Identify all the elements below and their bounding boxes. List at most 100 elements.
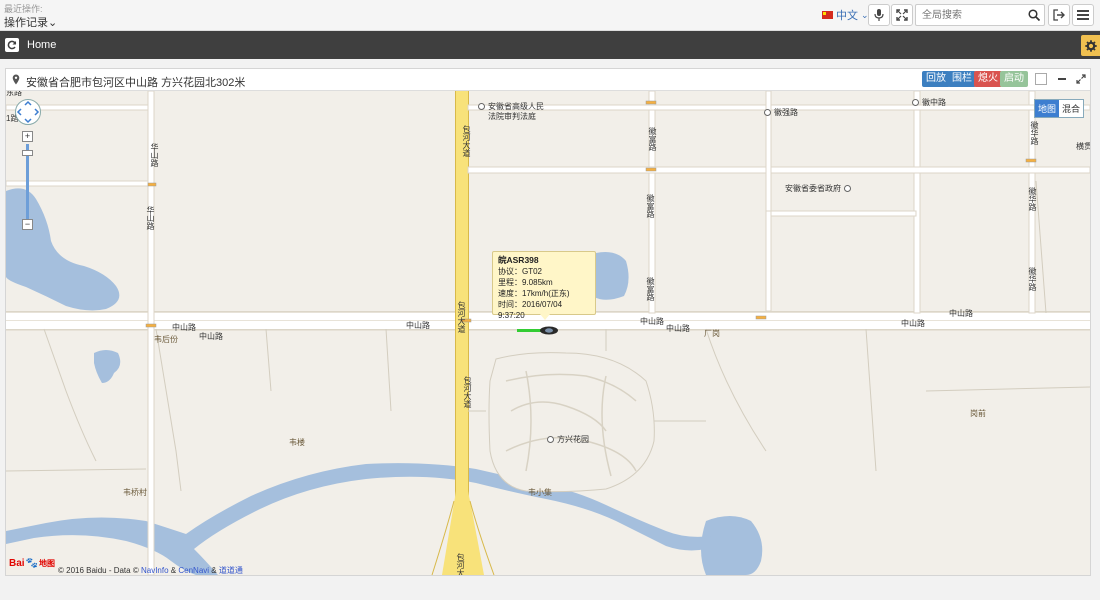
engine-start-button[interactable]: 启动 (1000, 71, 1028, 87)
geofence-button[interactable]: 围栏 (948, 71, 976, 87)
road-label: 中山路 (901, 319, 925, 328)
language-label: 中文 (836, 10, 858, 22)
zoom-in-button[interactable]: + (22, 131, 33, 142)
checkbox-toggle[interactable] (1034, 72, 1048, 86)
place-label: 韦小集 (528, 488, 552, 497)
road-label-partial: 东路 (6, 91, 22, 97)
search-icon[interactable] (1024, 9, 1044, 21)
location-pin-icon (12, 74, 20, 85)
microphone-icon (874, 9, 884, 21)
poi-label: 方兴花园 (557, 435, 589, 444)
residential-icon (547, 436, 554, 443)
place-label: 厂岗 (704, 329, 720, 338)
pan-arrows-icon (16, 100, 40, 124)
copyright-separator: & (170, 566, 177, 575)
top-bar: 最近操作: 操作记录⌄ 中文 ⌄ (0, 0, 1100, 31)
road-label: 华山路 (150, 143, 159, 167)
daodaotong-link[interactable]: 道道通 (219, 566, 243, 575)
road-label: 徽华路 (1030, 121, 1039, 145)
map-type-switch: 地图 混合 (1034, 99, 1085, 118)
minus-icon (1058, 78, 1066, 80)
panel-header: 安徽省合肥市包河区中山路 方兴花园北302米 回放 围栏 熄火 启动 (6, 69, 1090, 91)
chevron-down-icon: ⌄ (48, 17, 58, 29)
recent-operations-dropdown-label: 操作记录 (4, 17, 48, 29)
road-label: 徽华路 (1028, 267, 1037, 291)
logout-icon (1053, 9, 1065, 21)
poi-provincial-government[interactable]: 安徽省委省政府 (785, 183, 851, 194)
map-background (6, 91, 1090, 575)
zoom-out-button[interactable]: − (22, 219, 33, 230)
hamburger-icon (1077, 10, 1089, 20)
china-flag-icon (822, 11, 833, 19)
map-pan-control[interactable] (15, 99, 41, 125)
recent-operations-dropdown[interactable]: 操作记录⌄ (4, 14, 57, 30)
menu-button[interactable] (1072, 4, 1094, 26)
vehicle-plate: 皖ASR398 (498, 255, 539, 265)
vehicle-address: 安徽省合肥市包河区中山路 方兴花园北302米 (26, 77, 246, 89)
place-label: 韦后份 (154, 335, 178, 344)
expand-icon (896, 9, 908, 21)
baidu-logo: Bai 🐾 地图 (9, 558, 55, 569)
vehicle-map-panel: 安徽省合肥市包河区中山路 方兴花园北302米 回放 围栏 熄火 启动 华山路 华… (5, 68, 1091, 576)
road-label: 徽华路 (1028, 187, 1037, 211)
popup-pointer (540, 314, 550, 320)
road-label: 包河大道 (462, 125, 471, 157)
poi-huiqiang[interactable]: 徽强路 (764, 107, 798, 118)
road-label: 包河大道 (456, 553, 465, 575)
logo-text: 地图 (39, 559, 56, 568)
poi-label: 徽中路 (922, 98, 946, 107)
map-type-hybrid[interactable]: 混合 (1059, 100, 1083, 117)
vehicle-info-popup[interactable]: 皖ASR398 协议：GT02 里程：9.085km 速度：17km/h(正东)… (492, 251, 596, 320)
cennavi-link[interactable]: CenNavi (178, 566, 209, 575)
vehicle-speed: 速度：17km/h(正东) (498, 289, 570, 298)
navinfo-link[interactable]: NavInfo (141, 566, 169, 575)
minus-icon: − (24, 219, 31, 229)
poi-huizhong[interactable]: 徽中路 (912, 97, 946, 108)
road-label: 中山路 (949, 309, 973, 318)
map-canvas[interactable]: 华山路 华山路 包河大道 包河大道 包河大道 包河大道 徽富路 徽富路 徽富路 … (6, 91, 1090, 575)
global-search (915, 4, 1045, 26)
road-label: 徽富路 (648, 127, 657, 151)
voice-button[interactable] (868, 4, 890, 26)
road-label: 中山路 (406, 321, 430, 330)
playback-button[interactable]: 回放 (922, 71, 950, 87)
road-label: 徽富路 (646, 194, 655, 218)
poi-fangxing-garden[interactable]: 方兴花园 (547, 434, 589, 445)
road-label: 中山路 (640, 317, 664, 326)
refresh-button[interactable] (5, 38, 19, 52)
paw-icon: 🐾 (25, 558, 39, 569)
logo-text: Bai (9, 558, 25, 569)
poi-label: 徽强路 (774, 108, 798, 117)
road-label: 中山路 (666, 324, 690, 333)
road-label: 华山路 (146, 206, 155, 230)
plus-icon: + (24, 131, 31, 141)
zoom-slider-track[interactable] (26, 144, 29, 226)
road-label: 中山路 (199, 332, 223, 341)
map-type-map[interactable]: 地图 (1035, 100, 1060, 117)
copyright-separator: & (211, 566, 217, 575)
place-label: 韦楼 (289, 438, 305, 447)
gear-icon (1084, 39, 1097, 52)
settings-button[interactable] (1081, 35, 1100, 56)
minimize-button[interactable] (1055, 72, 1069, 86)
home-tab[interactable]: Home (27, 39, 56, 51)
poi-label: 法院审判法庭 (488, 112, 536, 121)
maximize-button[interactable] (1074, 72, 1088, 86)
vehicle-protocol: 协议：GT02 (498, 267, 543, 276)
diagonal-expand-icon (1076, 74, 1086, 84)
fullscreen-button[interactable] (891, 4, 913, 26)
zoom-slider-handle[interactable] (22, 150, 33, 156)
map-copyright: © 2016 Baidu - Data © NavInfo & CenNavi … (58, 565, 243, 575)
road-label: 包河大道 (457, 301, 466, 333)
poi-label: 安徽省委省政府 (785, 184, 841, 193)
place-label: 岗前 (970, 409, 986, 418)
copyright-text: © 2016 Baidu - Data © (58, 566, 139, 575)
global-search-input[interactable] (916, 6, 1024, 24)
breadcrumb-bar: Home (0, 31, 1100, 59)
refresh-icon (7, 40, 17, 50)
engine-off-button[interactable]: 熄火 (974, 71, 1002, 87)
logout-button[interactable] (1048, 4, 1070, 26)
language-selector[interactable]: 中文 ⌄ (822, 7, 869, 23)
road-label: 中山路 (172, 323, 196, 332)
vehicle-mileage: 里程：9.085km (498, 278, 553, 287)
